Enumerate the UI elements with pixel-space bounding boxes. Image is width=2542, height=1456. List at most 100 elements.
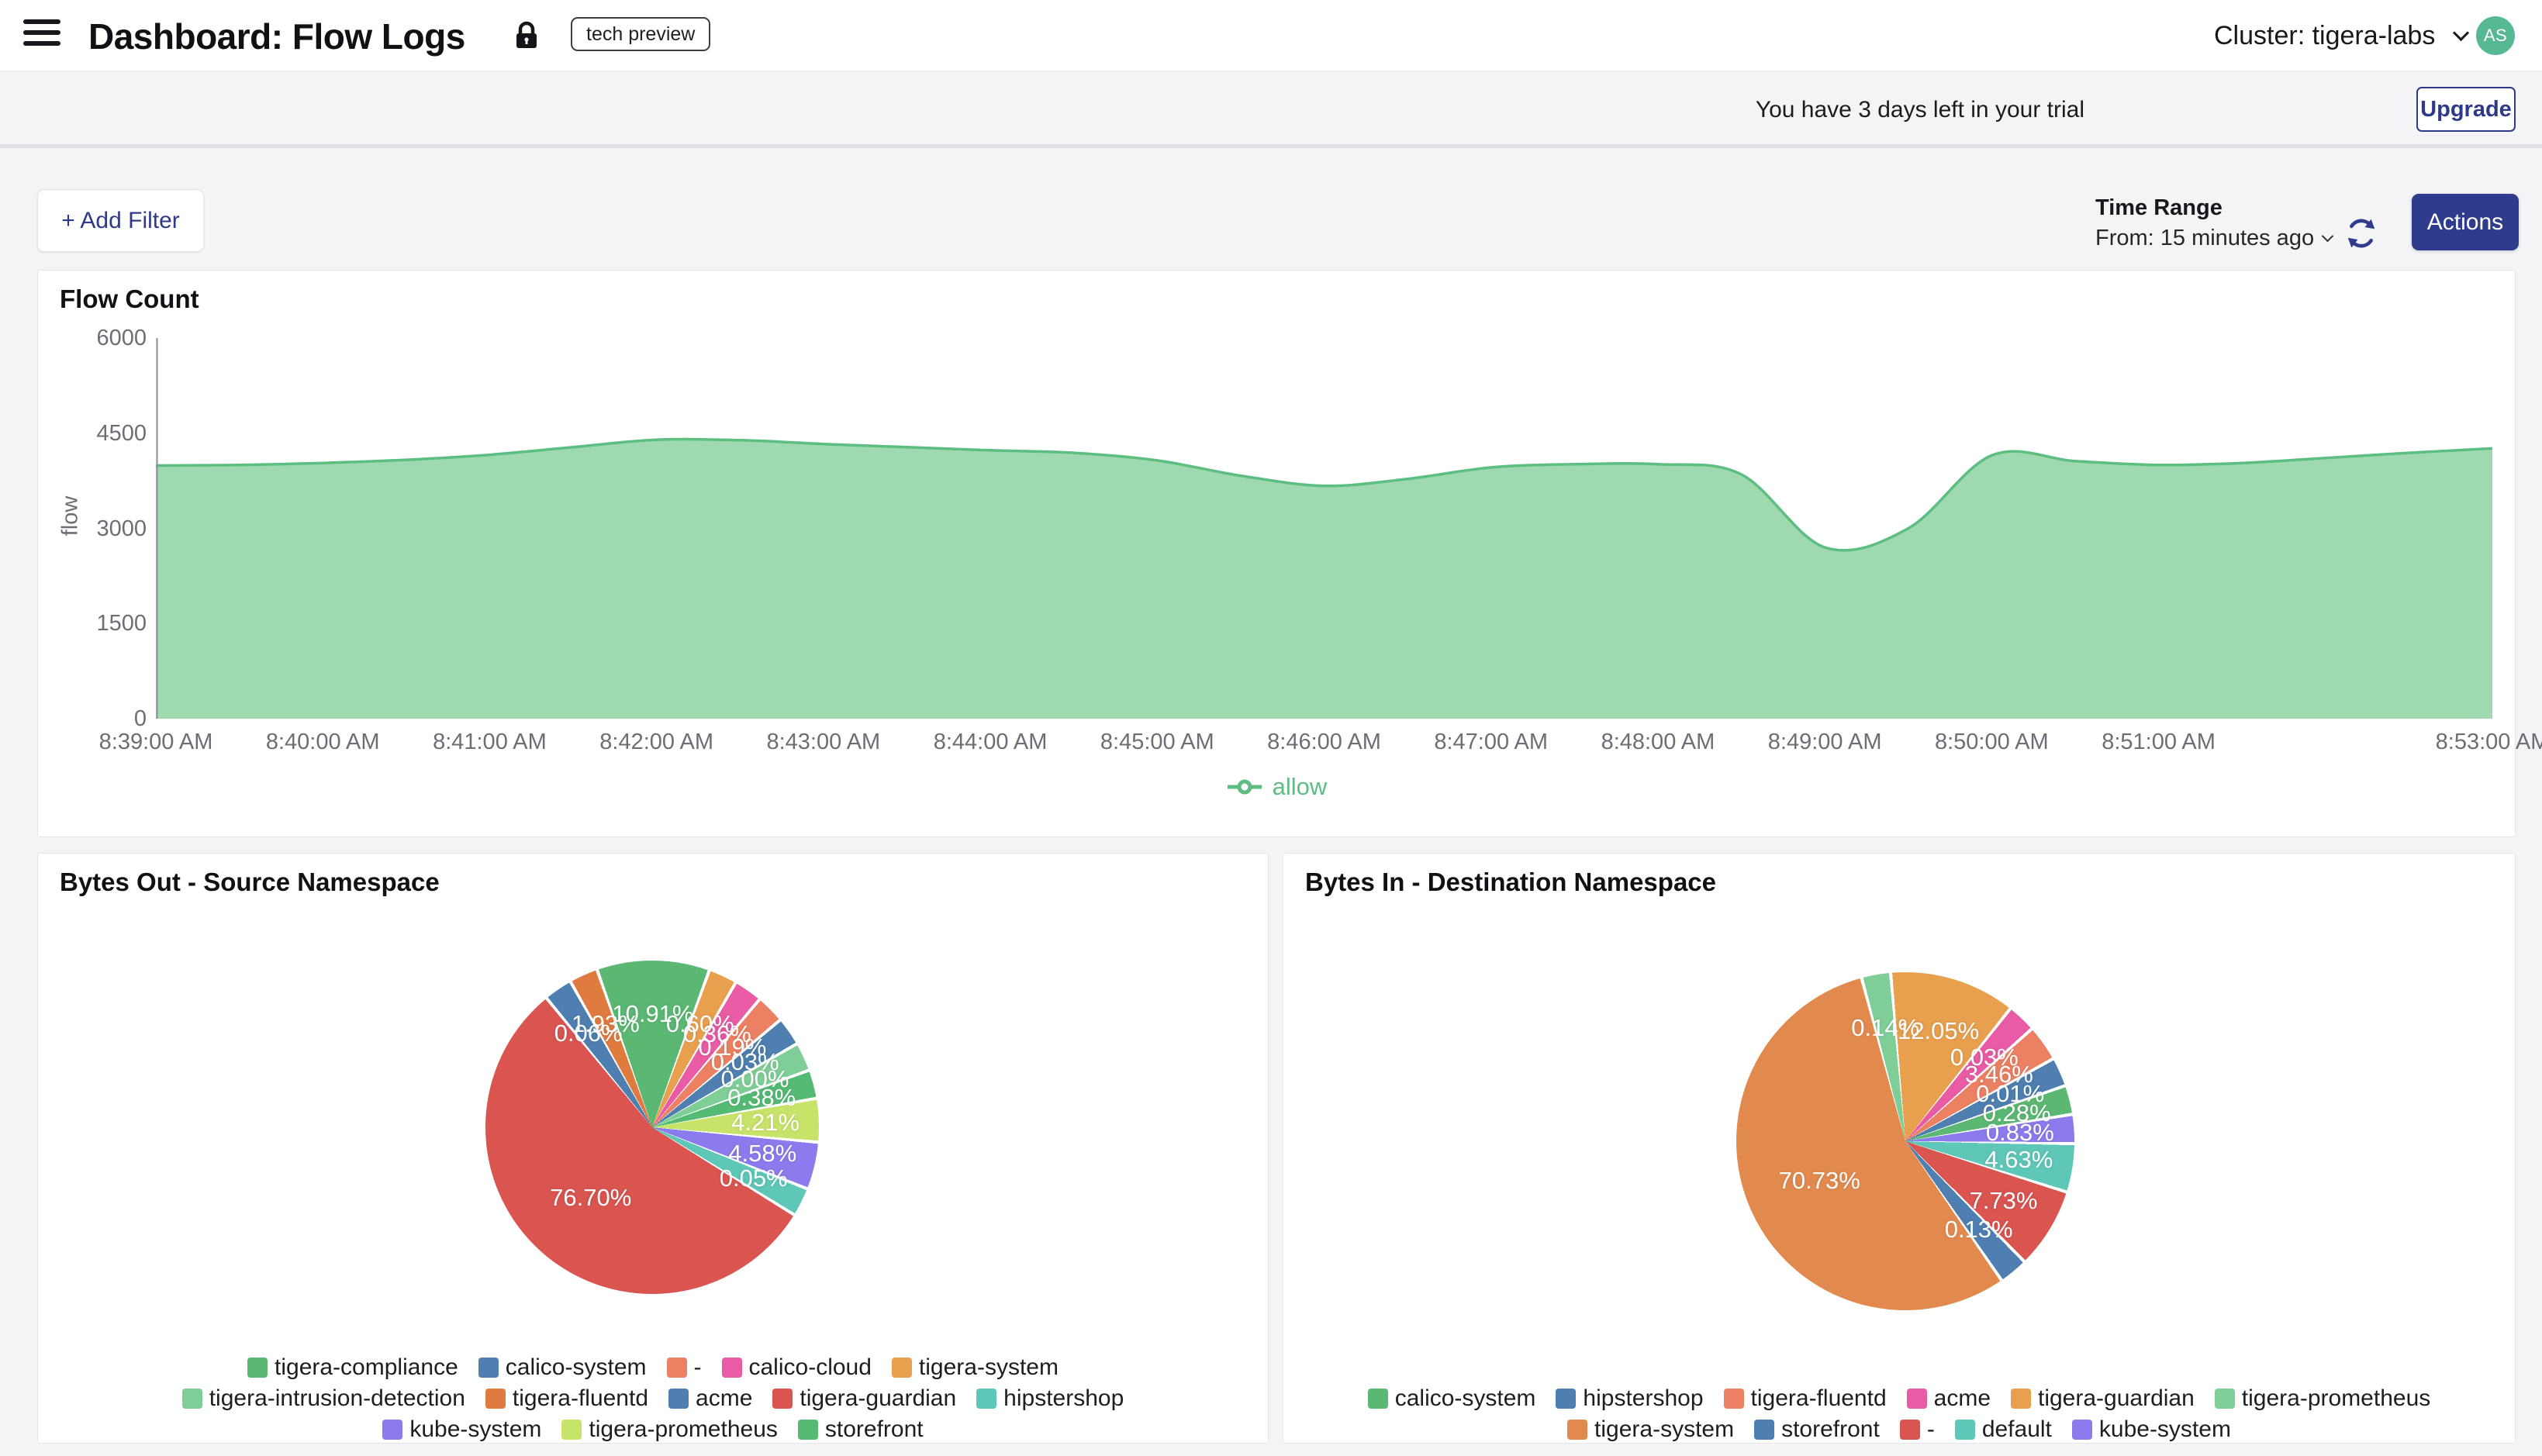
x-tick-label: 8:46:00 AM bbox=[1238, 730, 1411, 755]
upgrade-button[interactable]: Upgrade bbox=[2416, 87, 2516, 132]
pie-slice-label: 0.03% bbox=[711, 1048, 779, 1076]
lock-icon bbox=[513, 20, 540, 51]
pie-slice-label: 10.91% bbox=[612, 1000, 693, 1028]
legend-swatch-icon bbox=[2215, 1389, 2235, 1409]
legend-item[interactable]: tigera-system bbox=[892, 1354, 1059, 1381]
legend-item[interactable]: calico-cloud bbox=[722, 1354, 872, 1381]
x-tick-label: 8:47:00 AM bbox=[1405, 730, 1577, 755]
legend-label: tigera-guardian bbox=[2038, 1385, 2195, 1412]
bytes-out-pie[interactable]: 0.60%0.36%0.19%0.03%0.00%0.38%4.21%4.58%… bbox=[485, 961, 819, 1294]
pie-slice-label: 0.13% bbox=[1945, 1216, 2013, 1244]
legend-swatch-icon bbox=[1900, 1420, 1920, 1440]
trial-message: You have 3 days left in your trial bbox=[1756, 71, 2084, 148]
legend-swatch-icon bbox=[1754, 1420, 1774, 1440]
legend-swatch-icon bbox=[2072, 1420, 2092, 1440]
legend-swatch-icon bbox=[668, 1389, 689, 1409]
flow-area-chart[interactable] bbox=[156, 338, 2492, 719]
legend-label: tigera-fluentd bbox=[513, 1385, 648, 1412]
legend-item[interactable]: default bbox=[1955, 1416, 2052, 1443]
legend-label: kube-system bbox=[409, 1416, 541, 1443]
legend-item[interactable]: storefront bbox=[798, 1416, 924, 1443]
pie-slice-label: 0.00% bbox=[721, 1065, 789, 1093]
bytes-in-pie[interactable]: 12.05%0.03%3.46%0.01%0.28%0.83%4.63%7.73… bbox=[1736, 972, 2074, 1310]
legend-swatch-icon bbox=[667, 1358, 687, 1378]
legend-label: hipstershop bbox=[1583, 1385, 1703, 1412]
legend-item[interactable]: tigera-guardian bbox=[772, 1385, 956, 1412]
flow-count-card: Flow Count flow 60004500300015000 8:39:0… bbox=[37, 270, 2516, 837]
add-filter-button[interactable]: + Add Filter bbox=[37, 189, 204, 252]
flow-legend-allow[interactable]: allow bbox=[38, 773, 2515, 801]
legend-item[interactable]: tigera-compliance bbox=[247, 1354, 458, 1381]
legend-swatch-icon bbox=[722, 1358, 742, 1378]
legend-label: storefront bbox=[1781, 1416, 1880, 1443]
legend-item[interactable]: calico-system bbox=[1368, 1385, 1536, 1412]
legend-item[interactable]: tigera-fluentd bbox=[485, 1385, 648, 1412]
legend-swatch-icon bbox=[892, 1358, 912, 1378]
pie-slice-label: 4.58% bbox=[728, 1140, 796, 1168]
avatar[interactable]: AS bbox=[2476, 16, 2515, 55]
legend-item[interactable]: tigera-system bbox=[1567, 1416, 1734, 1443]
x-tick-label: 8:48:00 AM bbox=[1572, 730, 1744, 755]
pie-slice-label: 4.63% bbox=[1984, 1146, 2053, 1174]
legend-label: tigera-system bbox=[919, 1354, 1059, 1381]
bytes-in-title: Bytes In - Destination Namespace bbox=[1305, 868, 1716, 897]
actions-button[interactable]: Actions bbox=[2412, 194, 2519, 250]
flow-count-title: Flow Count bbox=[60, 285, 199, 314]
legend-item[interactable]: calico-system bbox=[478, 1354, 647, 1381]
legend-swatch-icon bbox=[1955, 1420, 1975, 1440]
menu-icon[interactable] bbox=[23, 19, 60, 52]
legend-swatch-icon bbox=[2011, 1389, 2031, 1409]
legend-label: tigera-prometheus bbox=[2242, 1385, 2430, 1412]
legend-swatch-icon bbox=[1368, 1389, 1388, 1409]
pie-slice-label: 70.73% bbox=[1779, 1167, 1860, 1195]
legend-label: tigera-system bbox=[1594, 1416, 1734, 1443]
legend-item[interactable]: acme bbox=[668, 1385, 752, 1412]
legend-item[interactable]: tigera-prometheus bbox=[561, 1416, 777, 1443]
app-root: { "header": { "title": "Dashboard: Flow … bbox=[0, 0, 2542, 1456]
pie-slice-label: 0.38% bbox=[727, 1084, 796, 1112]
pie-slice-label: 0.14% bbox=[1851, 1014, 1919, 1042]
legend-label: calico-system bbox=[1395, 1385, 1536, 1412]
legend-label: tigera-guardian bbox=[800, 1385, 956, 1412]
legend-swatch-icon bbox=[247, 1358, 268, 1378]
legend-label: calico-system bbox=[506, 1354, 647, 1381]
bytes-in-card: Bytes In - Destination Namespace 12.05%0… bbox=[1283, 853, 2516, 1444]
bytes-out-title: Bytes Out - Source Namespace bbox=[60, 868, 440, 897]
app-header: Dashboard: Flow Logs tech preview Cluste… bbox=[0, 0, 2542, 71]
legend-item[interactable]: - bbox=[1900, 1416, 1935, 1443]
x-tick-label: 8:40:00 AM bbox=[237, 730, 409, 755]
legend-item[interactable]: tigera-guardian bbox=[2011, 1385, 2195, 1412]
legend-item[interactable]: acme bbox=[1907, 1385, 1991, 1412]
legend-item[interactable]: storefront bbox=[1754, 1416, 1880, 1443]
time-range-value: From: 15 minutes ago bbox=[2095, 226, 2314, 251]
legend-swatch-icon bbox=[485, 1389, 506, 1409]
legend-item[interactable]: hipstershop bbox=[976, 1385, 1124, 1412]
cluster-selector[interactable]: Cluster: tigera-labs bbox=[2214, 0, 2467, 71]
legend-row: tigera-intrusion-detection tigera-fluentd… bbox=[38, 1384, 1268, 1413]
flow-area-fill bbox=[156, 440, 2492, 719]
time-range-selector[interactable]: Time Range From: 15 minutes ago bbox=[2095, 195, 2332, 251]
y-tick-label: 0 bbox=[52, 705, 147, 733]
y-tick-label: 3000 bbox=[52, 515, 147, 543]
legend-label: storefront bbox=[825, 1416, 924, 1443]
pie-slice-label: 0.01% bbox=[1976, 1080, 2044, 1108]
pie-slice-label: 0.83% bbox=[1986, 1119, 2054, 1147]
legend-label: acme bbox=[696, 1385, 752, 1412]
refresh-icon[interactable] bbox=[2343, 216, 2379, 251]
pie-slice-label: 0.28% bbox=[1983, 1099, 2051, 1127]
allow-line-marker-icon bbox=[1226, 778, 1263, 795]
legend-item[interactable]: - bbox=[667, 1354, 702, 1381]
legend-item[interactable]: hipstershop bbox=[1556, 1385, 1703, 1412]
legend-item[interactable]: kube-system bbox=[382, 1416, 541, 1443]
y-tick-label: 6000 bbox=[52, 324, 147, 352]
legend-item[interactable]: tigera-intrusion-detection bbox=[182, 1385, 465, 1412]
legend-item[interactable]: tigera-prometheus bbox=[2215, 1385, 2430, 1412]
pie-slice-label: 0.19% bbox=[698, 1033, 766, 1061]
legend-swatch-icon bbox=[1907, 1389, 1927, 1409]
allow-legend-label: allow bbox=[1273, 773, 1328, 801]
legend-item[interactable]: kube-system bbox=[2072, 1416, 2231, 1443]
legend-item[interactable]: tigera-fluentd bbox=[1724, 1385, 1887, 1412]
pie-slice-label: 3.46% bbox=[1965, 1061, 2033, 1089]
trial-banner: You have 3 days left in your trial Upgra… bbox=[0, 71, 2542, 148]
legend-swatch-icon bbox=[798, 1420, 818, 1440]
